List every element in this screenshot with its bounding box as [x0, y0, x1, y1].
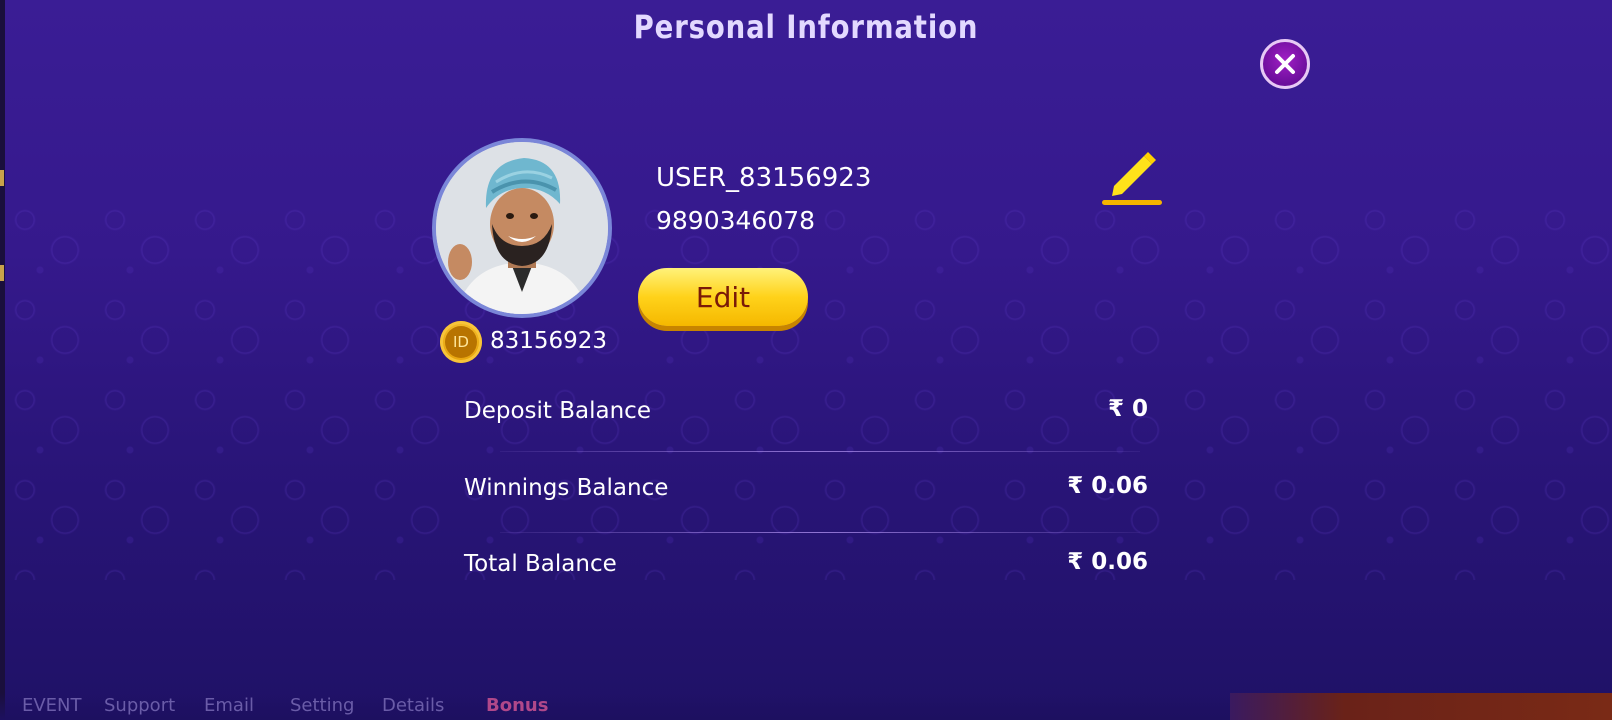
balance-label: Winnings Balance — [464, 475, 669, 501]
edit-button[interactable]: Edit — [638, 268, 808, 326]
background-tab-email: Email — [204, 695, 254, 716]
personal-info-dialog: Personal Information USER_83156923 98903… — [0, 0, 1612, 720]
id-badge-icon: ID — [440, 321, 482, 363]
balance-label: Total Balance — [464, 551, 617, 577]
balance-label: Deposit Balance — [464, 398, 651, 424]
background-tab-bar: EVENT Support Email Setting Details Bonu… — [0, 693, 1612, 720]
id-badge-label: ID — [445, 326, 477, 358]
pencil-icon — [1102, 152, 1162, 205]
balance-row-deposit: Deposit Balance ₹ 0 — [464, 396, 1148, 428]
divider — [500, 532, 1140, 533]
avatar-portrait — [436, 142, 608, 314]
close-icon — [1275, 54, 1295, 74]
balance-value: ₹ 0 — [1107, 396, 1148, 422]
balance-value: ₹ 0.06 — [1067, 473, 1148, 499]
background-tab-event: EVENT — [22, 695, 82, 716]
balance-row-winnings: Winnings Balance ₹ 0.06 — [464, 473, 1148, 505]
avatar[interactable] — [432, 138, 612, 318]
paisley-pattern — [5, 200, 1612, 580]
balance-value: ₹ 0.06 — [1067, 549, 1148, 575]
background-decor — [0, 265, 4, 281]
background-decor — [1230, 693, 1612, 720]
background-tab-bonus: Bonus — [486, 695, 549, 716]
divider — [500, 451, 1140, 452]
user-id: 83156923 — [490, 328, 608, 354]
background-tab-support: Support — [104, 695, 176, 716]
background-tab-details: Details — [382, 695, 445, 716]
username: USER_83156923 — [656, 163, 872, 193]
close-button[interactable] — [1260, 39, 1310, 89]
background-tab-setting: Setting — [290, 695, 355, 716]
edit-name-button[interactable] — [1100, 148, 1164, 208]
phone-number: 9890346078 — [656, 206, 816, 235]
background-decor — [0, 170, 4, 186]
balance-row-total: Total Balance ₹ 0.06 — [464, 549, 1148, 581]
